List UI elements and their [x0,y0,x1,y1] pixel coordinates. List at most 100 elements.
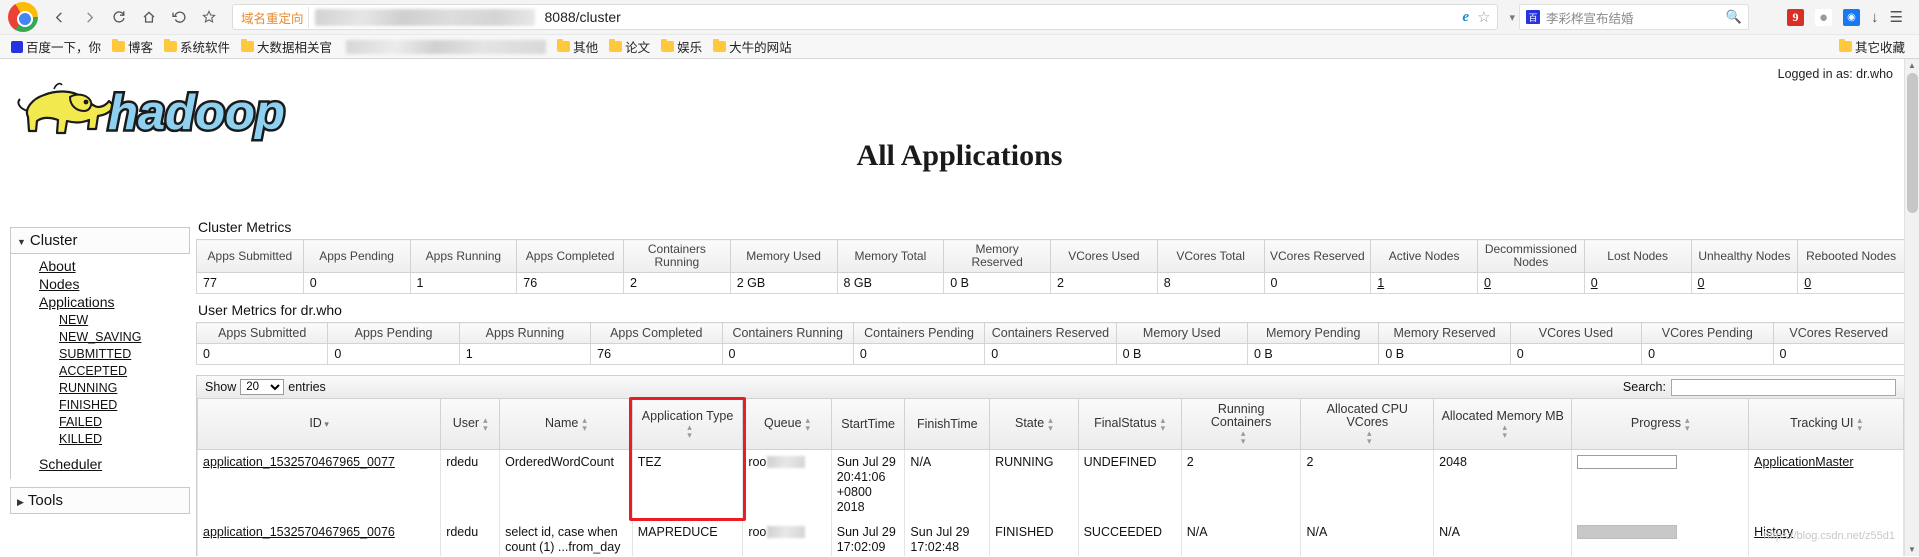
cluster-metrics-header: VCores Total [1156,239,1265,273]
folder-icon [112,39,126,52]
column-header-name[interactable]: Name ▴ ▾ [499,399,633,450]
bookmark-redacted-region [346,39,547,54]
bookmark-item-system-software[interactable]: 系统软件 [161,36,236,57]
column-header-starttime[interactable]: StartTime [830,399,906,450]
forward-icon[interactable] [74,3,104,31]
search-box[interactable]: 百 李彩桦宣布结婚 🔍 [1519,4,1750,30]
table-row[interactable]: application_1532570467965_0077 rdedu Ord… [196,449,1904,520]
cell-name: OrderedWordCount [499,449,633,520]
column-header-id[interactable]: ID ▾ [196,399,442,450]
cluster-metrics-header: Memory Used [729,239,838,273]
entries-select[interactable]: 20 40 60 100 [240,379,285,395]
sidebar-item-scheduler[interactable]: Scheduler [11,455,190,473]
user-metrics-header: VCores Pending [1641,322,1774,344]
bookmark-item-bigdata[interactable]: 大数据相关官 [238,36,338,57]
apps-grid-icon[interactable] [1759,9,1776,26]
chevron-down-icon[interactable]: ▾ [1506,11,1520,24]
sidebar-item-about[interactable]: About [11,257,190,275]
extension-blue-icon[interactable]: ◉ [1843,8,1861,26]
sidebar-item-killed[interactable]: KILLED [11,430,190,447]
user-metric-value: 0 [1509,343,1643,365]
cluster-metric-value: 0 [1477,272,1585,294]
column-header-running-containers[interactable]: Running Containers ▴ ▾ [1180,399,1302,450]
bookmark-item-experts[interactable]: 大牛的网站 [710,36,798,57]
bookmark-item-blog[interactable]: 博客 [109,36,159,57]
column-header-user[interactable]: User ▴ ▾ [440,399,501,450]
cluster-metrics-title: Cluster Metrics [198,219,292,235]
cell-allocated-memory: N/A [1433,520,1573,556]
bookmark-item-other[interactable]: 其他 [554,36,604,57]
bookmark-item-baidu[interactable]: 百度一下，你 [8,36,107,57]
page-title: All Applications [856,139,1063,172]
scrollbar-thumb[interactable] [1907,73,1918,213]
shield-icon[interactable]: ● [1815,8,1833,26]
user-metrics-header: Memory Pending [1246,322,1380,344]
user-metric-value: 0 [852,343,986,365]
address-bar[interactable]: 域名重定向 8088/cluster e ☆ [232,4,1498,30]
unhealthy-nodes-link[interactable]: 0 [1698,276,1705,290]
column-header-finishtime[interactable]: FinishTime [904,399,991,450]
bookmark-item-other-favorites[interactable]: 其它收藏 [1836,36,1911,57]
column-header-queue[interactable]: Queue ▴ ▾ [742,399,832,450]
page-scrollbar[interactable]: ▲ ▼ [1904,59,1919,556]
column-header-progress[interactable]: Progress ▴ ▾ [1571,399,1750,450]
bookmark-item-entertainment[interactable]: 娱乐 [658,36,708,57]
reload-icon[interactable] [104,3,134,31]
sidebar-item-running[interactable]: RUNNING [11,379,190,396]
bookmark-item-papers[interactable]: 论文 [606,36,656,57]
chrome-logo-icon [8,2,38,32]
browser-toolbar: 域名重定向 8088/cluster e ☆ ▾ 百 李彩桦宣布结婚 🔍 9 ●… [0,0,1919,34]
home-icon[interactable] [134,3,164,31]
scroll-down-icon[interactable]: ▼ [1908,545,1916,554]
cell-allocated-vcores: N/A [1300,520,1435,556]
active-nodes-link[interactable]: 1 [1377,276,1384,290]
hamburger-menu-icon[interactable]: ☰ [1890,8,1903,26]
undo-icon[interactable] [164,3,194,31]
download-icon[interactable]: ↓ [1871,9,1879,26]
cluster-metric-value: 0 B [943,272,1051,294]
cluster-metrics-header: Rebooted Nodes [1797,239,1905,273]
lost-nodes-link[interactable]: 0 [1591,276,1598,290]
column-header-allocated-cpu-vcores[interactable]: Allocated CPU VCores ▴ ▾ [1300,399,1435,450]
sidebar-item-nodes[interactable]: Nodes [11,275,190,293]
cluster-metric-value: 1 [1370,272,1478,294]
internet-explorer-icon[interactable]: e [1462,9,1469,26]
application-id-link[interactable]: application_1532570467965_0077 [203,455,395,469]
extension-red-icon[interactable]: 9 [1787,8,1805,26]
hadoop-logo[interactable]: hadoop hadoop [10,73,310,145]
sidebar-item-submitted[interactable]: SUBMITTED [11,345,190,362]
applications-table: ID ▾ User ▴ ▾ Name ▴ ▾ Application Type ▴ ▾ Qu… [196,399,1904,556]
sidebar-item-failed[interactable]: FAILED [11,413,190,430]
scroll-up-icon[interactable]: ▲ [1908,61,1916,70]
column-header-application-type[interactable]: Application Type ▴ ▾ [631,399,744,450]
sidebar-item-accepted[interactable]: ACCEPTED [11,362,190,379]
sidebar-group-cluster[interactable]: ▼ Cluster [10,227,190,254]
search-icon[interactable]: 🔍 [1726,9,1742,25]
cell-allocated-memory: 2048 [1433,449,1573,520]
column-header-finalstatus[interactable]: FinalStatus ▴ ▾ [1077,399,1182,450]
sort-both-icon: ▴ ▾ [805,415,811,433]
sidebar-item-new[interactable]: NEW [11,311,190,328]
decommissioned-nodes-link[interactable]: 0 [1484,276,1491,290]
column-header-tracking-ui[interactable]: Tracking UI ▴ ▾ [1748,399,1904,450]
sidebar-item-new-saving[interactable]: NEW_SAVING [11,328,190,345]
user-metrics-header: VCores Used [1509,322,1643,344]
user-metrics-header: Apps Running [458,322,592,344]
rebooted-nodes-link[interactable]: 0 [1804,276,1811,290]
cell-queue: roo [742,520,832,556]
cell-application-type: MAPREDUCE [631,520,744,556]
sidebar-group-tools[interactable]: ▶ Tools [10,487,190,514]
column-header-allocated-memory-mb[interactable]: Allocated Memory MB ▴ ▾ [1433,399,1573,450]
table-search-input[interactable] [1671,378,1896,396]
table-row[interactable]: application_1532570467965_0076 rdedu sel… [196,520,1904,556]
column-header-state[interactable]: State ▴ ▾ [989,399,1079,450]
back-icon[interactable] [44,3,74,31]
sidebar-item-finished[interactable]: FINISHED [11,396,190,413]
tracking-ui-link[interactable]: ApplicationMaster [1754,455,1853,469]
sidebar-item-applications[interactable]: Applications [11,293,190,311]
bookmark-star-icon[interactable] [194,3,224,31]
cell-finalstatus: SUCCEEDED [1077,520,1182,556]
application-id-link[interactable]: application_1532570467965_0076 [203,525,395,539]
favorite-star-icon[interactable]: ☆ [1477,8,1490,26]
cell-id: application_1532570467965_0076 [196,520,442,556]
